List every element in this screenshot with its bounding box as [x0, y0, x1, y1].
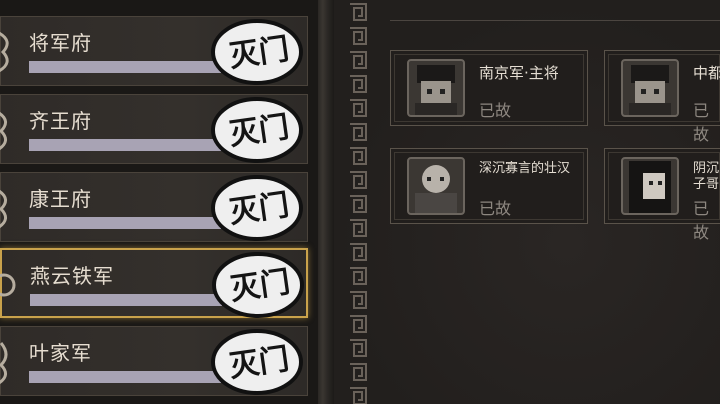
faction-row[interactable]: 叶家军 灭门: [0, 326, 308, 396]
character-name: 深沉寡言的壮汉: [479, 161, 571, 176]
faction-crest-icon: [0, 189, 7, 229]
character-card[interactable]: 阴沉子哥 已故: [604, 148, 720, 242]
extermination-seal-icon: 灭门: [211, 175, 303, 241]
character-status: 已故: [479, 199, 512, 218]
character-portrait: [621, 157, 679, 215]
fret-border-ornament: [346, 0, 370, 404]
faction-progress-bar: [29, 217, 235, 229]
character-name: 阴沉子哥: [693, 161, 720, 192]
character-portrait: [407, 157, 465, 215]
faction-row[interactable]: 康王府 灭门: [0, 172, 308, 242]
faction-name: 将军府: [29, 31, 92, 55]
faction-row-selected[interactable]: 燕云铁军 灭门: [0, 248, 308, 318]
faction-progress-bar: [29, 371, 235, 383]
faction-progress-bar: [29, 61, 235, 73]
faction-crest-icon: [0, 31, 9, 73]
character-name: 南京军·主将: [479, 65, 559, 81]
faction-crest-icon: [0, 342, 8, 385]
faction-name: 燕云铁军: [30, 264, 114, 288]
panel-top-line: [390, 20, 720, 21]
faction-row[interactable]: 齐王府 灭门: [0, 94, 308, 164]
character-status: 已故: [479, 101, 512, 120]
faction-crest-icon: [0, 111, 7, 151]
extermination-seal-icon: 灭门: [211, 97, 303, 163]
panel-divider: [318, 0, 334, 404]
extermination-seal-icon: 灭门: [211, 329, 303, 395]
character-portrait: [407, 59, 465, 117]
character-status: 已故: [693, 101, 710, 144]
extermination-seal-icon: 灭门: [211, 19, 303, 85]
character-card[interactable]: 深沉寡言的壮汉 已故: [390, 148, 588, 224]
character-portrait: [621, 59, 679, 117]
faction-name: 康王府: [29, 187, 92, 211]
faction-name: 叶家军: [29, 341, 92, 365]
character-name: 中都: [693, 65, 720, 81]
extermination-seal-icon: 灭门: [212, 252, 304, 318]
faction-row[interactable]: 将军府 灭门: [0, 16, 308, 86]
faction-crest-icon: [0, 273, 16, 297]
faction-progress-bar: [30, 294, 236, 306]
character-card[interactable]: 中都 已故: [604, 50, 720, 144]
character-card[interactable]: 南京军·主将 已故: [390, 50, 588, 126]
faction-progress-bar: [29, 139, 235, 151]
faction-name: 齐王府: [29, 109, 92, 133]
character-status: 已故: [693, 199, 710, 242]
